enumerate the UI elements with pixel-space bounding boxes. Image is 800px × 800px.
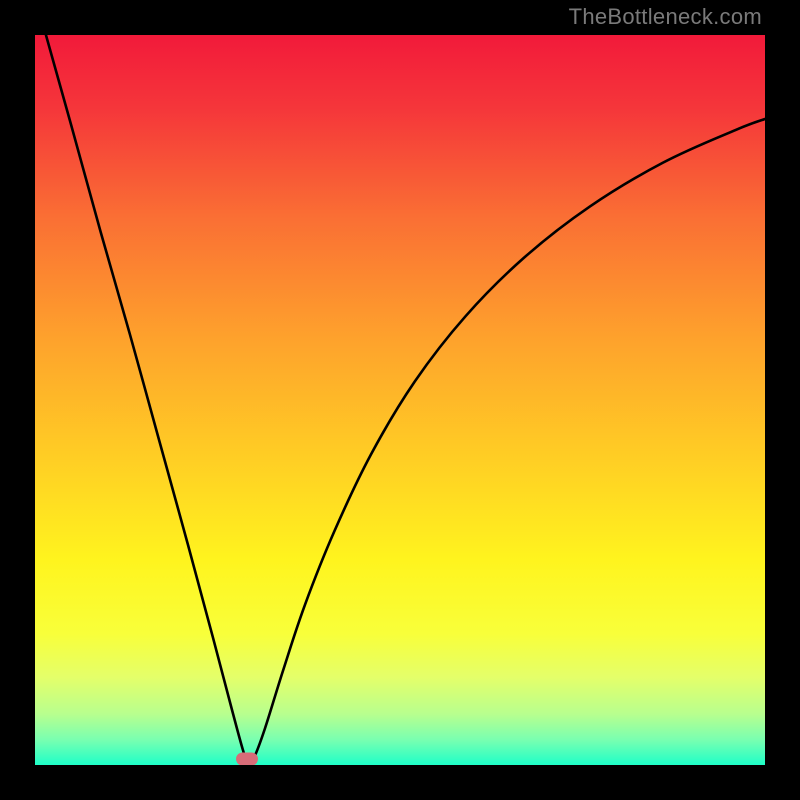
minimum-marker [236, 753, 258, 765]
watermark-text: TheBottleneck.com [569, 4, 762, 30]
bottleneck-curve [35, 35, 765, 765]
chart-container: TheBottleneck.com [0, 0, 800, 800]
plot-area [35, 35, 765, 765]
